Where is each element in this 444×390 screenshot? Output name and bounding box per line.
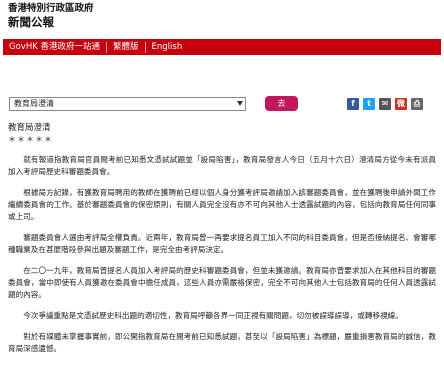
nav-english-link[interactable]: English [146,39,189,55]
print-icon[interactable]: ⎙ [411,98,423,110]
facebook-icon[interactable]: f [347,98,359,110]
twitter-icon[interactable]: t [363,98,375,110]
masthead: 香港特別行政區政府 新聞公報 [8,3,436,30]
headline-separator: ＊＊＊＊＊ [8,135,53,144]
email-icon[interactable]: ✉ [379,98,391,110]
article-paragraph: 根據局方記錄，有獲教育局聘用的教師在獲聘前已經以個人身分獲考評局邀請加入該審題委… [8,188,436,221]
government-name: 香港特別行政區政府 [8,3,94,14]
press-release-select[interactable]: 教育局澄清 [9,97,246,111]
weibo-icon[interactable]: 微 [395,98,407,110]
publication-title: 新聞公報 [8,15,54,29]
article-body: 教育局澄清 ＊＊＊＊＊ 就有報道指教育局官員閱考前已知悉文憑試試題並「設局陷害」… [8,122,436,364]
press-release-select-value: 教育局澄清 [14,99,54,108]
article-paragraph: 在二〇一九年，教育局曾提名人員加入考評局的歷史科審題委員會，但並未獲邀請。教育局… [8,266,436,299]
article-paragraph: 今次爭議重點是文憑試歷史科出題的適切性，教育局呼籲各界一同正視有關問題，切勿被誤… [23,311,403,320]
article-headline: 教育局澄清 [8,123,51,133]
article-paragraph: 對於有媒體未掌握事實前，即公開指教育局在閱考前已知悉試題，甚至以「設局陷害」為標… [8,332,436,353]
go-button[interactable]: 去 [265,96,298,111]
share-icons: f t ✉ 微 ⎙ [347,98,423,110]
article-toolbar: 教育局澄清 去 f t ✉ 微 ⎙ [3,96,441,114]
top-nav-bar: GovHK 香港政府一站通 繁體版 English [3,39,441,55]
nav-govhk-link[interactable]: GovHK 香港政府一站通 [3,39,106,55]
article-paragraph: 就有報道指教育局官員閱考前已知悉文憑試試題並「設局陷害」，教育局發言人今日（五月… [8,155,436,176]
article-paragraph: 審題委員會人選由考評局全權負責。近兩年，教育局曾一再要求提名員工加入不同的科目委… [8,233,436,254]
chevron-down-icon [237,101,243,106]
nav-traditional-chinese-link[interactable]: 繁體版 [107,39,145,55]
